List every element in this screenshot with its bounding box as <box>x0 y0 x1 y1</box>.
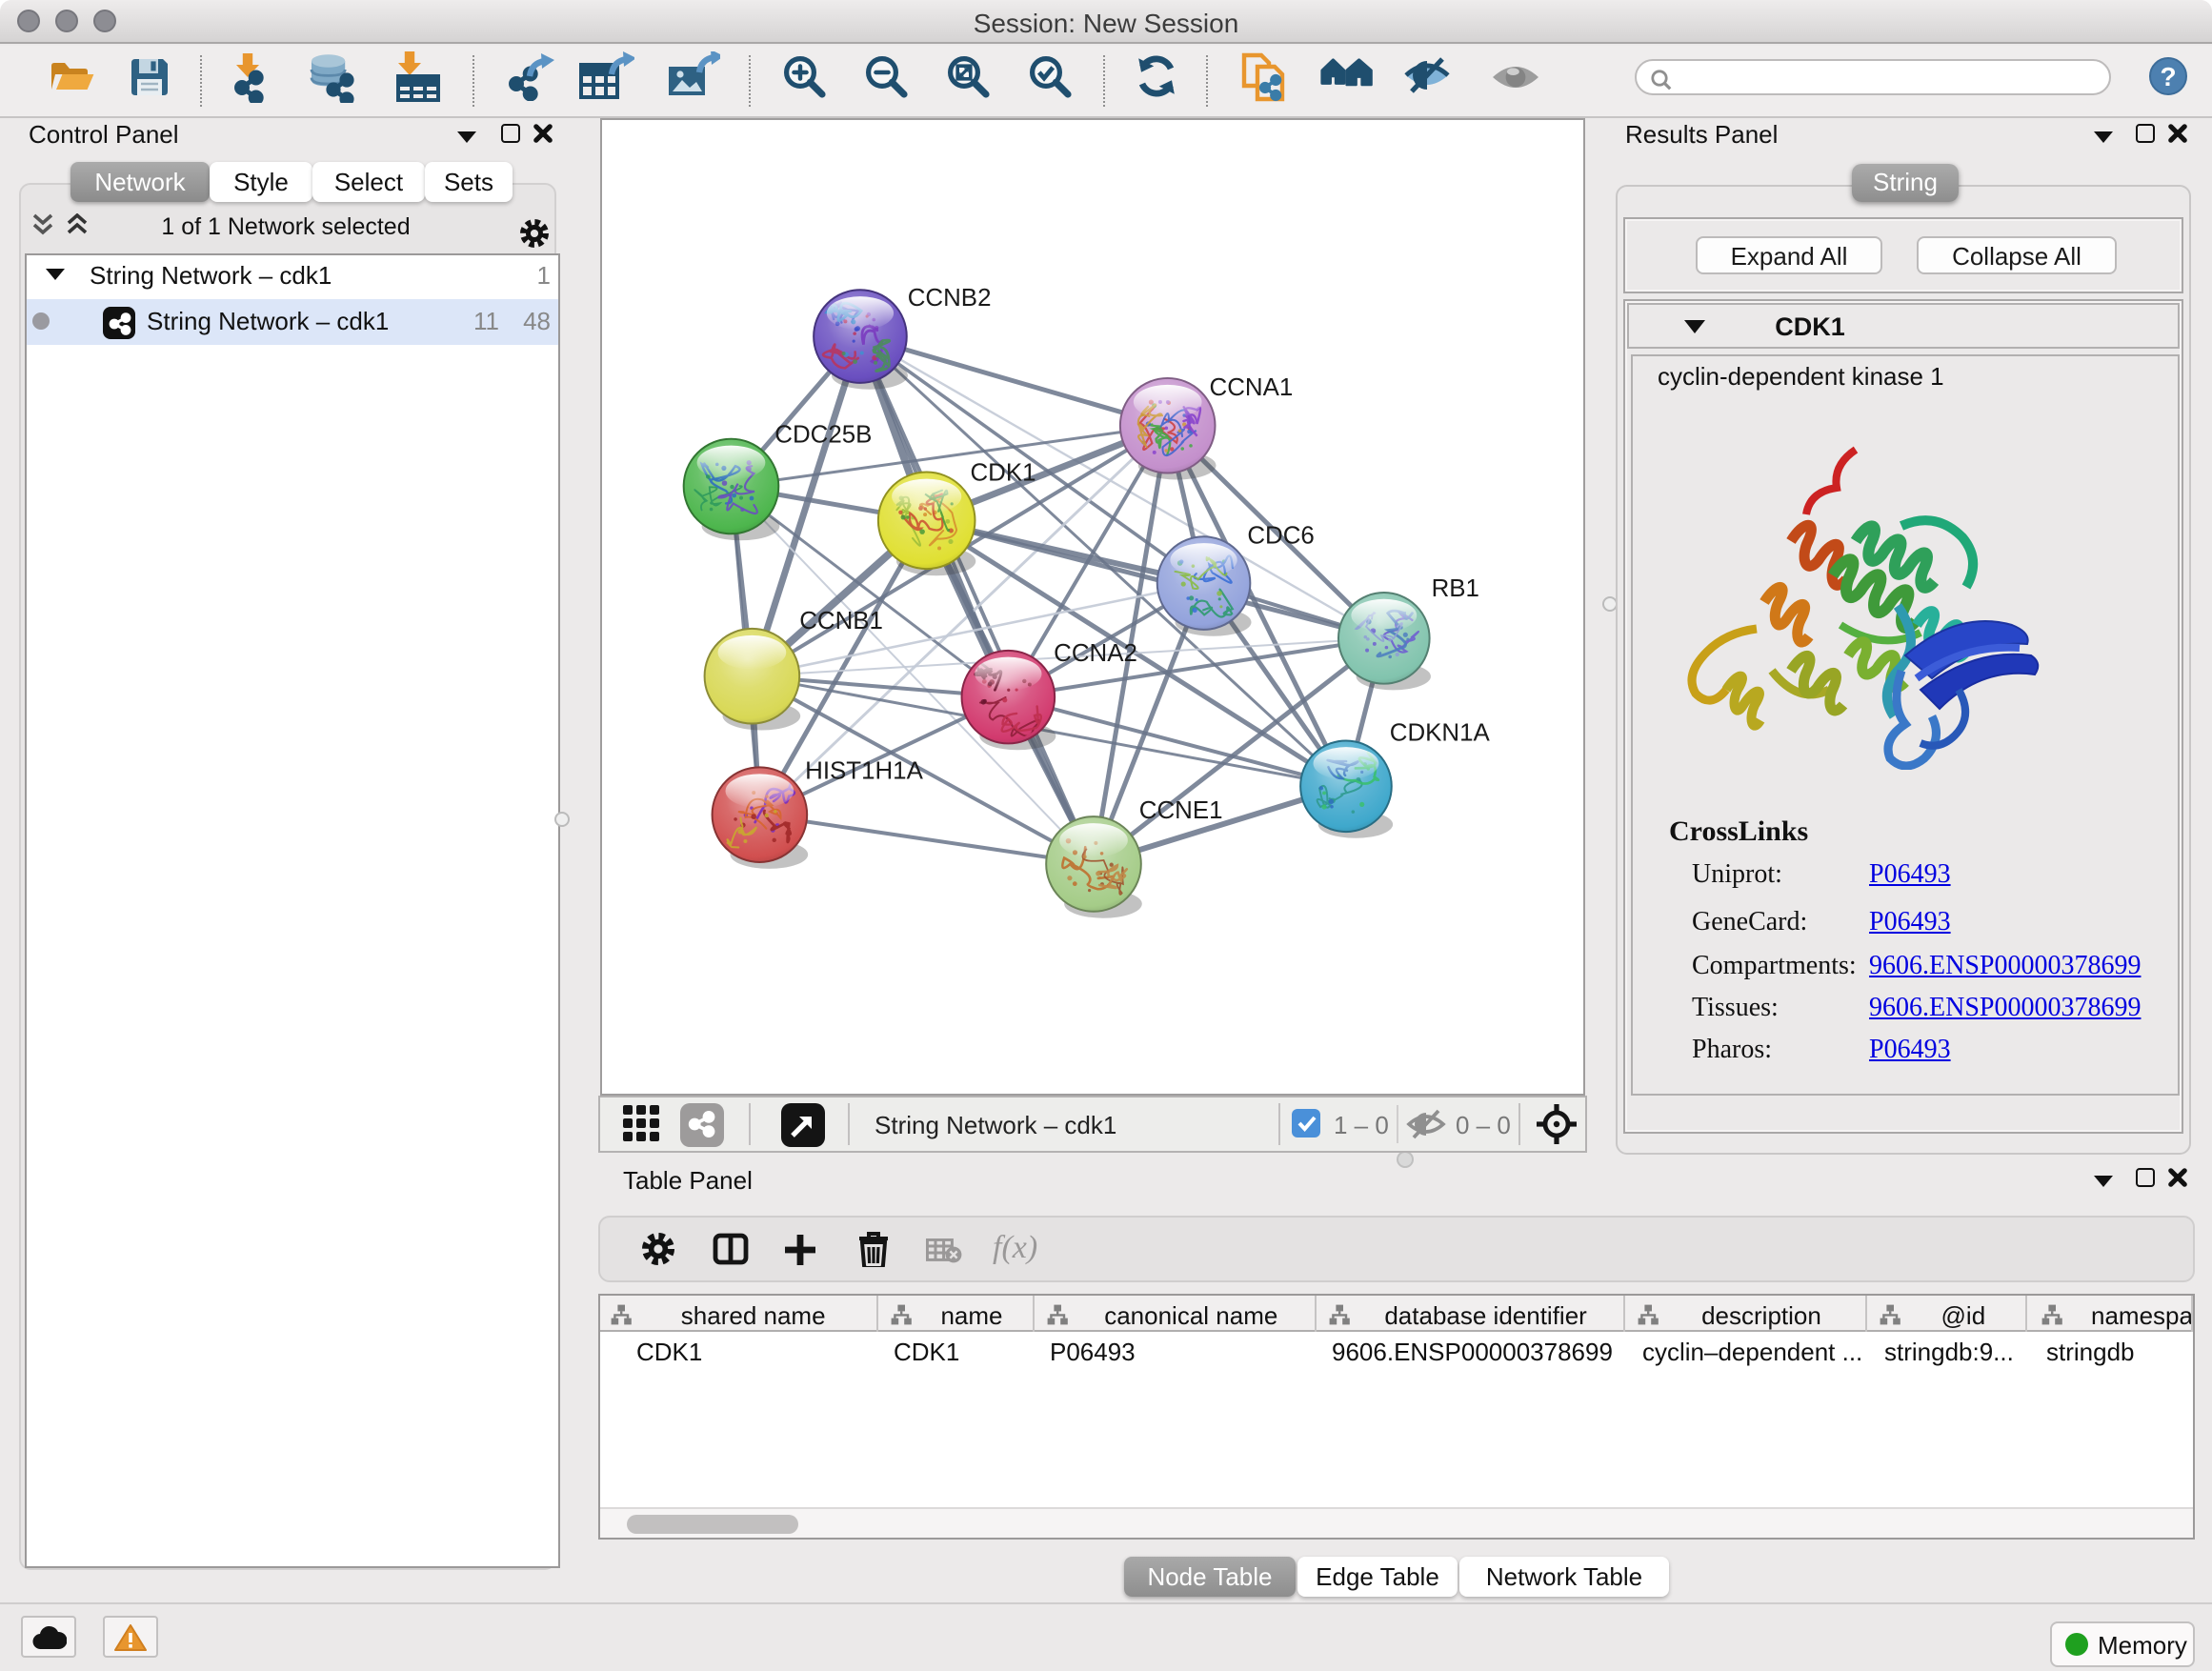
svg-text:CCNB1: CCNB1 <box>799 608 883 634</box>
svg-text:CDC25B: CDC25B <box>774 422 872 449</box>
svg-text:CCNB2: CCNB2 <box>908 285 992 312</box>
svg-text:HIST1H1A: HIST1H1A <box>805 757 923 784</box>
svg-text:RB1: RB1 <box>1432 575 1479 602</box>
svg-text:CDKN1A: CDKN1A <box>1390 719 1491 746</box>
svg-text:CDK1: CDK1 <box>971 460 1036 487</box>
svg-text:CCNA2: CCNA2 <box>1054 640 1137 667</box>
svg-text:CDC6: CDC6 <box>1247 522 1314 549</box>
svg-text:CCNA1: CCNA1 <box>1210 374 1294 401</box>
svg-text:CCNE1: CCNE1 <box>1139 797 1223 824</box>
